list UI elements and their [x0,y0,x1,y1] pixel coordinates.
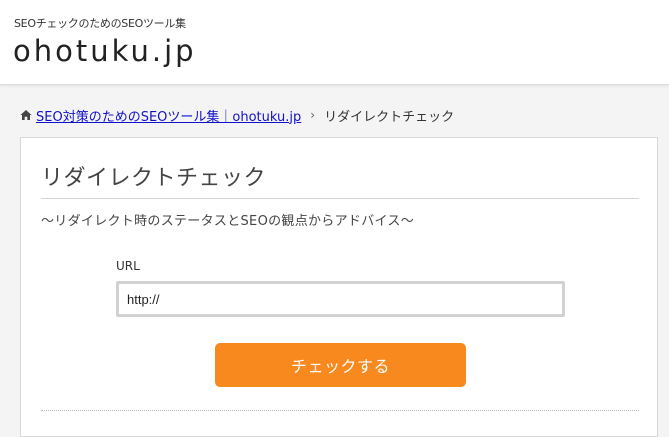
url-input[interactable] [116,281,565,317]
site-tagline: SEOチェックのためのSEOツール集 [14,17,186,30]
breadcrumb-current: リダイレクトチェック [324,109,455,125]
title-divider [41,198,639,199]
breadcrumb-separator: › [310,108,316,122]
check-button[interactable]: チェックする [215,343,466,387]
home-icon [20,110,32,120]
url-label: URL [116,259,140,273]
main-card: リダイレクトチェック ～リダイレクト時のステータスとSEOの観点からアドバイス～… [20,137,658,437]
breadcrumb-home-link[interactable]: SEO対策のためのSEOツール集｜ohotuku.jp [36,106,301,125]
page-subtitle: ～リダイレクト時のステータスとSEOの観点からアドバイス～ [41,214,415,229]
breadcrumb: SEO対策のためのSEOツール集｜ohotuku.jp › リダイレクトチェック [20,106,455,125]
site-logo[interactable]: ohotuku.jp [13,34,197,68]
page-title: リダイレクトチェック [41,166,267,191]
site-header: SEOチェックのためのSEOツール集 ohotuku.jp [0,0,669,85]
section-divider [41,410,639,411]
